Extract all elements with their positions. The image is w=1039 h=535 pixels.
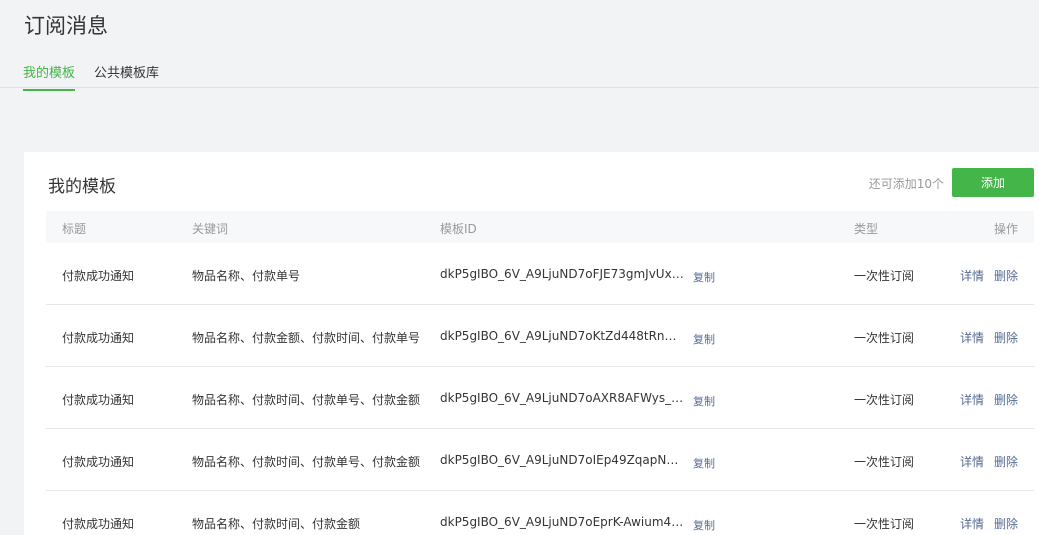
row-title: 付款成功通知 — [62, 455, 135, 469]
copy-link[interactable]: 复制 — [693, 455, 715, 471]
row-keywords: 物品名称、付款时间、付款金额 — [192, 517, 361, 531]
delete-link[interactable]: 删除 — [994, 329, 1018, 346]
row-keywords: 物品名称、付款时间、付款单号、付款金额 — [192, 393, 421, 407]
header-actions: 操作 — [993, 222, 1018, 236]
page-title: 订阅消息 — [24, 14, 108, 38]
row-template-id: dkP5gIBO_6V_A9LjuND7oEprK-Awium4vk-... — [440, 515, 685, 529]
row-type: 一次性订阅 — [854, 393, 915, 407]
delete-link[interactable]: 删除 — [994, 391, 1018, 408]
header-keywords: 关键词 — [192, 222, 229, 236]
row-keywords: 物品名称、付款金额、付款时间、付款单号 — [192, 331, 421, 345]
copy-link[interactable]: 复制 — [693, 517, 715, 533]
copy-link[interactable]: 复制 — [693, 331, 715, 347]
row-keywords: 物品名称、付款时间、付款单号、付款金额 — [192, 455, 421, 469]
table-header: 标题 关键词 模板ID 类型 操作 — [46, 211, 1034, 243]
row-template-id: dkP5gIBO_6V_A9LjuND7oAXR8AFWys_Wy... — [440, 391, 685, 405]
row-type: 一次性订阅 — [854, 517, 915, 531]
row-template-id: dkP5gIBO_6V_A9LjuND7oIEp49ZqapNgoQ... — [440, 453, 685, 467]
copy-link[interactable]: 复制 — [693, 393, 715, 409]
row-type: 一次性订阅 — [854, 331, 915, 345]
delete-link[interactable]: 删除 — [994, 267, 1018, 284]
header-title: 标题 — [62, 222, 87, 236]
tab-public-template-library[interactable]: 公共模板库 — [94, 62, 159, 89]
row-keywords: 物品名称、付款单号 — [192, 269, 301, 283]
row-template-id: dkP5gIBO_6V_A9LjuND7oKtZd448tRnOvD... — [440, 329, 685, 343]
templates-panel: 我的模板 还可添加10个 添加 标题 关键词 模板ID 类型 操作 付款成功通知… — [24, 152, 1039, 535]
delete-link[interactable]: 删除 — [994, 515, 1018, 532]
table-row: 付款成功通知 物品名称、付款时间、付款单号、付款金额 dkP5gIBO_6V_A… — [46, 367, 1034, 429]
detail-link[interactable]: 详情 — [960, 515, 984, 532]
detail-link[interactable]: 详情 — [960, 267, 984, 284]
delete-link[interactable]: 删除 — [994, 453, 1018, 470]
remaining-count: 还可添加10个 — [868, 177, 944, 191]
row-title: 付款成功通知 — [62, 393, 135, 407]
header-template-id: 模板ID — [440, 222, 477, 236]
row-type: 一次性订阅 — [854, 455, 915, 469]
tab-my-templates[interactable]: 我的模板 — [23, 62, 76, 91]
header-type: 类型 — [854, 222, 879, 236]
panel-title: 我的模板 — [48, 177, 116, 197]
row-title: 付款成功通知 — [62, 331, 135, 345]
row-template-id: dkP5gIBO_6V_A9LjuND7oFJE73gmJvUxRm... — [440, 267, 685, 281]
copy-link[interactable]: 复制 — [693, 269, 715, 285]
table-row: 付款成功通知 物品名称、付款时间、付款金额 dkP5gIBO_6V_A9LjuN… — [46, 491, 1034, 535]
table-row: 付款成功通知 物品名称、付款单号 dkP5gIBO_6V_A9LjuND7oFJ… — [46, 243, 1034, 305]
detail-link[interactable]: 详情 — [960, 329, 984, 346]
add-button[interactable]: 添加 — [952, 168, 1034, 197]
detail-link[interactable]: 详情 — [960, 391, 984, 408]
row-title: 付款成功通知 — [62, 269, 135, 283]
detail-link[interactable]: 详情 — [960, 453, 984, 470]
row-type: 一次性订阅 — [854, 269, 915, 283]
table-row: 付款成功通知 物品名称、付款金额、付款时间、付款单号 dkP5gIBO_6V_A… — [46, 305, 1034, 367]
row-title: 付款成功通知 — [62, 517, 135, 531]
table-row: 付款成功通知 物品名称、付款时间、付款单号、付款金额 dkP5gIBO_6V_A… — [46, 429, 1034, 491]
tab-bar: 我的模板 公共模板库 — [0, 56, 1039, 91]
table-body: 付款成功通知 物品名称、付款单号 dkP5gIBO_6V_A9LjuND7oFJ… — [46, 243, 1034, 535]
